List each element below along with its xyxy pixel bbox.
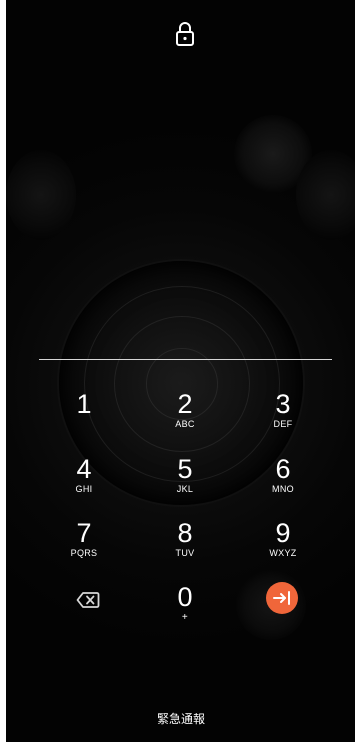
key-digit: 5 (177, 454, 193, 484)
pin-entry-line (39, 359, 332, 360)
lock-screen: 1 2 ABC 3 DEF 4 GHI 5 JKL 6 MNO 7 PQRS 8… (6, 0, 355, 742)
key-0[interactable]: 0 + (145, 583, 225, 637)
key-6[interactable]: 6 MNO (243, 455, 323, 509)
key-7[interactable]: 7 PQRS (44, 519, 124, 573)
key-digit: 1 (76, 389, 92, 419)
key-3[interactable]: 3 DEF (243, 390, 323, 444)
key-8[interactable]: 8 TUV (145, 519, 225, 573)
key-5[interactable]: 5 JKL (145, 455, 225, 509)
backspace-icon[interactable] (76, 590, 100, 610)
enter-button[interactable] (266, 582, 298, 614)
key-letters: + (181, 612, 189, 623)
key-digit: 9 (275, 518, 291, 548)
key-letters: PQRS (70, 548, 98, 558)
key-letters: DEF (273, 419, 293, 429)
wallpaper-lens-decoration (296, 150, 355, 240)
wallpaper-lens-decoration (6, 150, 76, 240)
key-letters: GHI (75, 484, 93, 494)
wallpaper-lens-ring (84, 286, 280, 482)
key-digit: 0 (177, 582, 193, 612)
key-digit: 6 (275, 454, 291, 484)
key-digit: 3 (275, 389, 291, 419)
key-9[interactable]: 9 WXYZ (243, 519, 323, 573)
lock-icon (176, 22, 194, 46)
key-letters: JKL (176, 484, 194, 494)
key-2[interactable]: 2 ABC (145, 390, 225, 444)
wallpaper-lens-decoration (234, 115, 312, 193)
key-digit: 8 (177, 518, 193, 548)
key-4[interactable]: 4 GHI (44, 455, 124, 509)
key-1[interactable]: 1 (44, 390, 124, 444)
key-letters: TUV (175, 548, 195, 558)
key-digit: 2 (177, 389, 193, 419)
key-digit: 4 (76, 454, 92, 484)
key-letters: MNO (272, 484, 294, 494)
key-digit: 7 (76, 518, 92, 548)
key-letters: WXYZ (269, 548, 297, 558)
key-letters: ABC (175, 419, 195, 429)
emergency-call-button[interactable]: 緊急通報 (126, 710, 236, 727)
enter-arrow-icon (273, 591, 290, 605)
